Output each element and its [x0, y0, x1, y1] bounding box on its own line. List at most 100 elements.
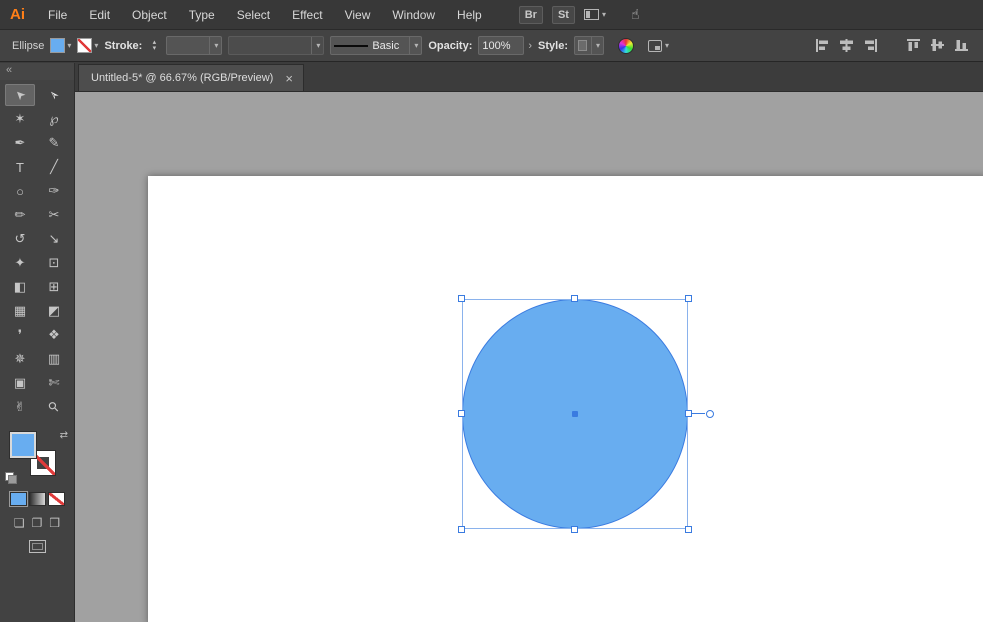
brush-definition-select[interactable]: Basic ▾ [330, 36, 423, 55]
stroke-none-swatch-icon [77, 38, 93, 53]
draw-normal-button[interactable]: ❏ [14, 516, 25, 530]
column-graph-tool[interactable]: ▥ [39, 348, 69, 370]
gradient-button[interactable] [28, 492, 46, 506]
menu-effect[interactable]: Effect [281, 0, 333, 30]
menu-list: File Edit Object Type Select Effect View Window… [37, 0, 493, 30]
shape-options-button[interactable]: ▾ [648, 39, 670, 52]
scissors-tool[interactable]: ✂ [39, 204, 69, 226]
menu-object[interactable]: Object [121, 0, 178, 30]
shape-builder-tool[interactable]: ◧ [5, 276, 35, 298]
opacity-flyout-icon[interactable]: › [528, 40, 532, 52]
lasso-tool[interactable]: ℘ [39, 108, 69, 130]
tab-bar: Untitled-5* @ 66.67% (RGB/Preview) × [75, 63, 983, 92]
align-vertical-bottom-button[interactable] [954, 38, 969, 53]
style-label: Style: [538, 39, 568, 52]
menu-type[interactable]: Type [178, 0, 226, 30]
menu-help[interactable]: Help [446, 0, 493, 30]
align-horizontal-right-button[interactable] [863, 38, 878, 53]
menu-edit[interactable]: Edit [78, 0, 121, 30]
screen-mode-button[interactable] [28, 540, 46, 553]
menu-select[interactable]: Select [226, 0, 281, 30]
selection-handle[interactable] [571, 295, 578, 302]
stroke-label: Stroke: [104, 39, 143, 52]
symbol-sprayer-tool[interactable]: ✵ [5, 348, 35, 370]
ellipse-tool[interactable]: ○ [5, 180, 35, 202]
selection-handle[interactable] [685, 526, 692, 533]
mesh-tool[interactable]: ▦ [5, 300, 35, 322]
selection-handle[interactable] [571, 526, 578, 533]
paintbrush-tool[interactable]: ✑ [39, 180, 69, 202]
canvas-area[interactable] [75, 92, 983, 622]
touch-workspace-icon[interactable]: ☝ [631, 6, 640, 23]
zoom-tool[interactable]: ⚲ [39, 396, 69, 418]
document-tab[interactable]: Untitled-5* @ 66.67% (RGB/Preview) × [78, 64, 304, 91]
blend-tool[interactable]: ❖ [39, 324, 69, 346]
selection-tool[interactable]: ➤ [5, 84, 35, 106]
selection-handle[interactable] [458, 410, 465, 417]
stroke-weight-select[interactable]: ▾ [166, 36, 223, 55]
slice-tool[interactable]: ✄ [39, 372, 69, 394]
menu-view[interactable]: View [334, 0, 382, 30]
menu-file[interactable]: File [37, 0, 78, 30]
fill-color-well[interactable] [10, 432, 36, 458]
direct-selection-tool[interactable]: ➢ [39, 84, 69, 106]
opacity-input[interactable]: 100% [478, 36, 525, 55]
style-select[interactable]: ▾ [574, 36, 604, 55]
width-tool[interactable]: ✦ [5, 252, 35, 274]
stock-button[interactable]: St [551, 5, 575, 24]
free-transform-tool[interactable]: ⊡ [39, 252, 69, 274]
menubar-right: Br St ▾ ☝ [518, 5, 640, 24]
none-button[interactable] [47, 492, 65, 506]
bridge-button[interactable]: Br [518, 5, 543, 24]
align-vertical-top-button[interactable] [906, 38, 921, 53]
chevron-down-icon: ▾ [595, 40, 600, 50]
pen-tool[interactable]: ✒ [5, 132, 35, 154]
type-tool[interactable]: T [5, 156, 35, 178]
recolor-artwork-icon[interactable] [618, 37, 634, 54]
selection-handle[interactable] [685, 295, 692, 302]
align-vertical-center-button[interactable] [930, 38, 945, 53]
tools-panel-collapse-button[interactable]: « [0, 63, 74, 80]
color-button[interactable] [9, 492, 27, 506]
swap-fill-stroke-icon[interactable]: ⇄ [60, 430, 68, 441]
color-type-buttons [9, 492, 65, 506]
workspace-icon [583, 9, 599, 20]
chevron-down-icon: ▾ [665, 40, 670, 50]
chevron-down-icon: ▾ [67, 40, 72, 50]
menu-window[interactable]: Window [381, 0, 446, 30]
rotate-tool[interactable]: ↺ [5, 228, 35, 250]
eyedropper-tool[interactable]: ❜ [5, 324, 35, 346]
tool-grid: ➤ ➢ ✶ ℘ ✒ ✎ T ╱ ○ ✑ ✏ ✂ ↺ ↘ ✦ ⊡ ◧ ⊞ ▦ ◩ ❜ ❖ ✵ ▥ ▣ ✄ ✌ ⚲ [5, 84, 69, 418]
gradient-tool[interactable]: ◩ [39, 300, 69, 322]
shape-options-icon [648, 39, 662, 52]
style-swatch-icon [578, 40, 587, 51]
tab-close-button[interactable]: × [285, 72, 293, 85]
chevron-down-icon: ▾ [601, 9, 606, 19]
live-shape-handle-knob[interactable] [706, 410, 714, 418]
stroke-weight-stepper[interactable]: ▴ ▾ [148, 39, 160, 52]
draw-inside-button[interactable]: ❒ [49, 516, 60, 530]
default-fill-stroke-icon[interactable] [5, 472, 17, 484]
scale-tool[interactable]: ↘ [39, 228, 69, 250]
fill-stroke-indicator: ⇄ [5, 430, 69, 484]
perspective-grid-tool[interactable]: ⊞ [39, 276, 69, 298]
selection-handle[interactable] [458, 295, 465, 302]
align-horizontal-left-button[interactable] [815, 38, 830, 53]
curvature-tool[interactable]: ✎ [39, 132, 69, 154]
align-vertical-top-icon [907, 39, 920, 51]
pencil-tool[interactable]: ✏ [5, 204, 35, 226]
line-segment-tool[interactable]: ╱ [39, 156, 69, 178]
shape-center-point[interactable] [572, 411, 578, 417]
magic-wand-tool[interactable]: ✶ [5, 108, 35, 130]
selection-handle[interactable] [458, 526, 465, 533]
workspace-switcher[interactable]: ▾ [583, 9, 606, 20]
hand-tool[interactable]: ✌ [5, 396, 35, 418]
stroke-color-button[interactable]: ▾ [77, 38, 98, 53]
tools-panel: « ➤ ➢ ✶ ℘ ✒ ✎ T ╱ ○ ✑ ✏ ✂ ↺ ↘ ✦ ⊡ ◧ ⊞ ▦ ◩ ❜ ❖ ✵ ▥ ▣ ✄ ✌ ⚲ ⇄ ❏ ❐ ❒ [0, 63, 75, 622]
chevron-down-icon: ▾ [214, 40, 219, 50]
width-profile-select[interactable]: ▾ [228, 36, 325, 55]
align-horizontal-center-button[interactable] [839, 38, 854, 53]
artboard-tool[interactable]: ▣ [5, 372, 35, 394]
draw-behind-button[interactable]: ❐ [32, 516, 43, 530]
fill-color-button[interactable]: ▾ [50, 38, 71, 53]
